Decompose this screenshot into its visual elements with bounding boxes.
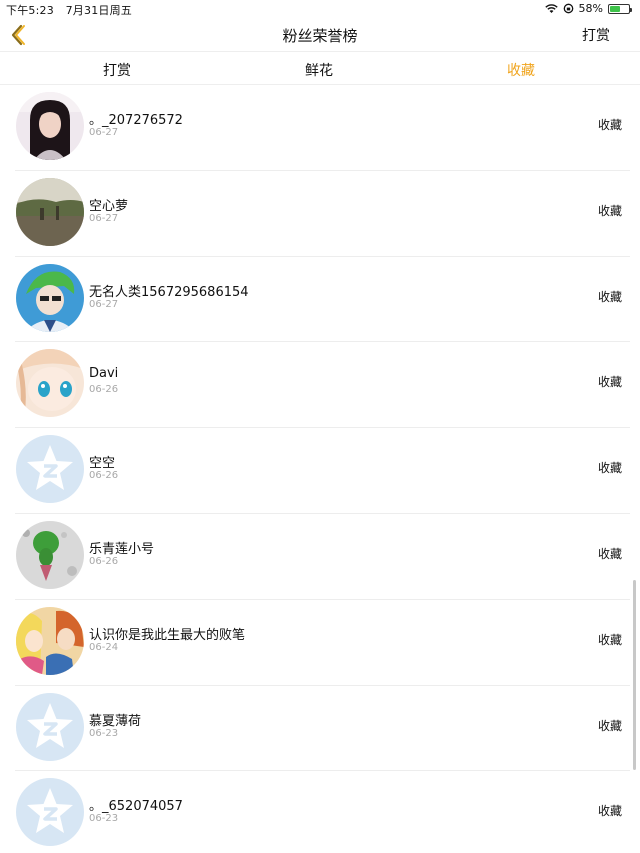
avatar [16, 778, 84, 847]
status-date: 7月31日周五 [65, 4, 133, 17]
favorite-label: 收藏 [597, 718, 622, 733]
list-item[interactable]: 无名人类1567295686154 06-27 收藏 [0, 257, 640, 343]
orientation-lock-icon [563, 3, 573, 14]
landscape-photo-icon [16, 177, 84, 246]
status-time: 下午5:23 [6, 4, 54, 17]
favorite-label: 收藏 [597, 289, 622, 304]
scroll-indicator[interactable] [633, 580, 636, 770]
fan-date: 06-26 [89, 555, 119, 567]
status-bar: 下午5:23 7月31日周五 58% [0, 0, 640, 18]
default-avatar-icon [16, 435, 84, 504]
avatar [16, 263, 84, 332]
fan-date: 06-23 [89, 727, 119, 739]
battery-level-fill [610, 5, 621, 12]
fan-date: 06-26 [89, 470, 119, 482]
list-item[interactable]: Davi 06-26 收藏 [0, 342, 640, 428]
status-indicators: 58% [544, 2, 632, 15]
favorite-label: 收藏 [597, 461, 622, 476]
fan-name: 。_652074057 [89, 799, 183, 815]
chevron-left-icon [11, 24, 25, 46]
anime-girl-icon [16, 349, 84, 418]
avatar [16, 692, 84, 761]
navigation-bar: 粉丝荣誉榜 打赏 [0, 18, 640, 52]
favorite-label: 收藏 [597, 546, 622, 561]
anime-avatar-icon [16, 263, 84, 332]
avatar [16, 435, 84, 504]
favorite-label: 收藏 [597, 804, 622, 819]
user-photo-icon [16, 92, 84, 160]
list-item[interactable]: 。_652074057 06-23 收藏 [0, 771, 640, 853]
green-figure-icon [16, 520, 84, 589]
list-item[interactable]: 空心萝 06-27 收藏 [0, 171, 640, 257]
reward-button[interactable]: 打赏 [582, 25, 610, 45]
avatar [16, 177, 84, 246]
page-title: 粉丝荣誉榜 [282, 27, 358, 45]
favorite-label: 收藏 [597, 632, 622, 647]
status-time-date: 下午5:23 7月31日周五 [6, 2, 140, 18]
fan-date: 06-26 [89, 384, 119, 396]
tab-flowers[interactable]: 鲜花 [305, 60, 333, 80]
tab-favorites[interactable]: 收藏 [507, 60, 535, 80]
fan-date: 06-23 [89, 813, 119, 825]
fan-name: 空心萝 [89, 198, 129, 214]
fan-date: 06-27 [89, 212, 119, 224]
avatar [16, 92, 84, 160]
fan-name: 认识你是我此生最大的败笔 [89, 627, 246, 643]
battery-icon [608, 3, 632, 14]
favorite-label: 收藏 [597, 203, 622, 218]
fan-name: 空空 [89, 456, 116, 472]
list-item[interactable]: 空空 06-26 收藏 [0, 428, 640, 514]
tab-bar: 打赏 鲜花 收藏 [0, 53, 640, 85]
tab-reward[interactable]: 打赏 [103, 60, 131, 80]
list-item[interactable]: 慕夏薄荷 06-23 收藏 [0, 686, 640, 772]
list-item[interactable]: 认识你是我此生最大的败笔 06-24 收藏 [0, 600, 640, 686]
fan-date: 06-24 [89, 641, 119, 653]
avatar [16, 520, 84, 589]
fan-date: 06-27 [89, 127, 119, 138]
fan-date: 06-27 [89, 298, 119, 310]
fan-name: 慕夏薄荷 [89, 713, 142, 729]
list-item[interactable]: 乐青莲小号 06-26 收藏 [0, 514, 640, 600]
favorite-label: 收藏 [597, 375, 622, 390]
wifi-icon [544, 3, 558, 13]
fan-name: 无名人类1567295686154 [89, 284, 249, 300]
avatar [16, 349, 84, 418]
fan-name: Davi [89, 366, 119, 382]
anime-group-icon [16, 606, 84, 675]
list-item[interactable]: 。_207276572 06-27 收藏 [0, 85, 640, 171]
fan-list: 。_207276572 06-27 收藏 空心萝 06-27 收藏 无名人类15… [0, 85, 640, 853]
default-avatar-icon [16, 692, 84, 761]
back-button[interactable] [6, 22, 32, 48]
avatar [16, 606, 84, 675]
fan-name: 乐青莲小号 [89, 541, 155, 557]
favorite-label: 收藏 [597, 118, 622, 132]
default-avatar-icon [16, 778, 84, 847]
battery-percent: 58% [578, 2, 603, 15]
fan-name: 。_207276572 [89, 113, 183, 128]
